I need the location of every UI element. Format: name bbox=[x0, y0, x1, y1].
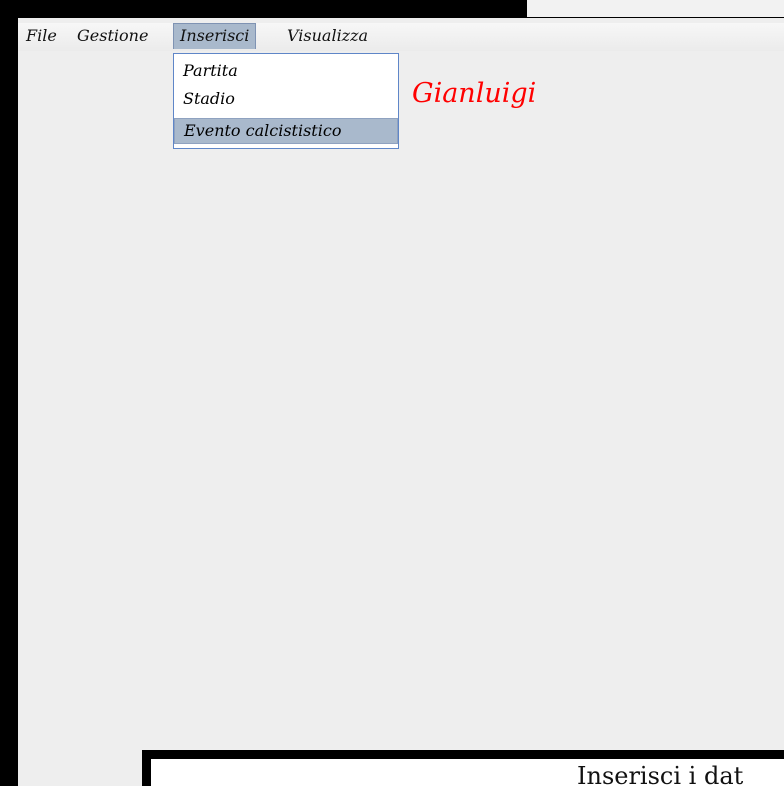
menu-inserisci[interactable]: Inserisci bbox=[173, 23, 257, 49]
menu-gestione[interactable]: Gestione bbox=[71, 23, 154, 49]
menu-visualizza[interactable]: Visualizza bbox=[281, 23, 374, 49]
top-strip bbox=[527, 0, 784, 17]
menu-file[interactable]: File bbox=[20, 23, 63, 49]
main-window: File Gestione Inserisci Visualizza Parti… bbox=[18, 18, 784, 786]
menu-option-partita[interactable]: Partita bbox=[174, 58, 398, 84]
inner-window-title: Inserisci i dat bbox=[577, 762, 744, 786]
menu-option-evento-calcististico[interactable]: Evento calcististico bbox=[174, 118, 398, 144]
inner-window-body: Inserisci i dat bbox=[151, 759, 784, 786]
inserisci-dropdown-menu: Partita Stadio Evento calcististico bbox=[173, 53, 399, 149]
inner-window: Inserisci i dat bbox=[142, 750, 784, 786]
menu-bar: File Gestione Inserisci Visualizza bbox=[18, 23, 784, 51]
user-name-label: Gianluigi bbox=[412, 78, 537, 109]
menu-option-stadio[interactable]: Stadio bbox=[174, 86, 398, 112]
